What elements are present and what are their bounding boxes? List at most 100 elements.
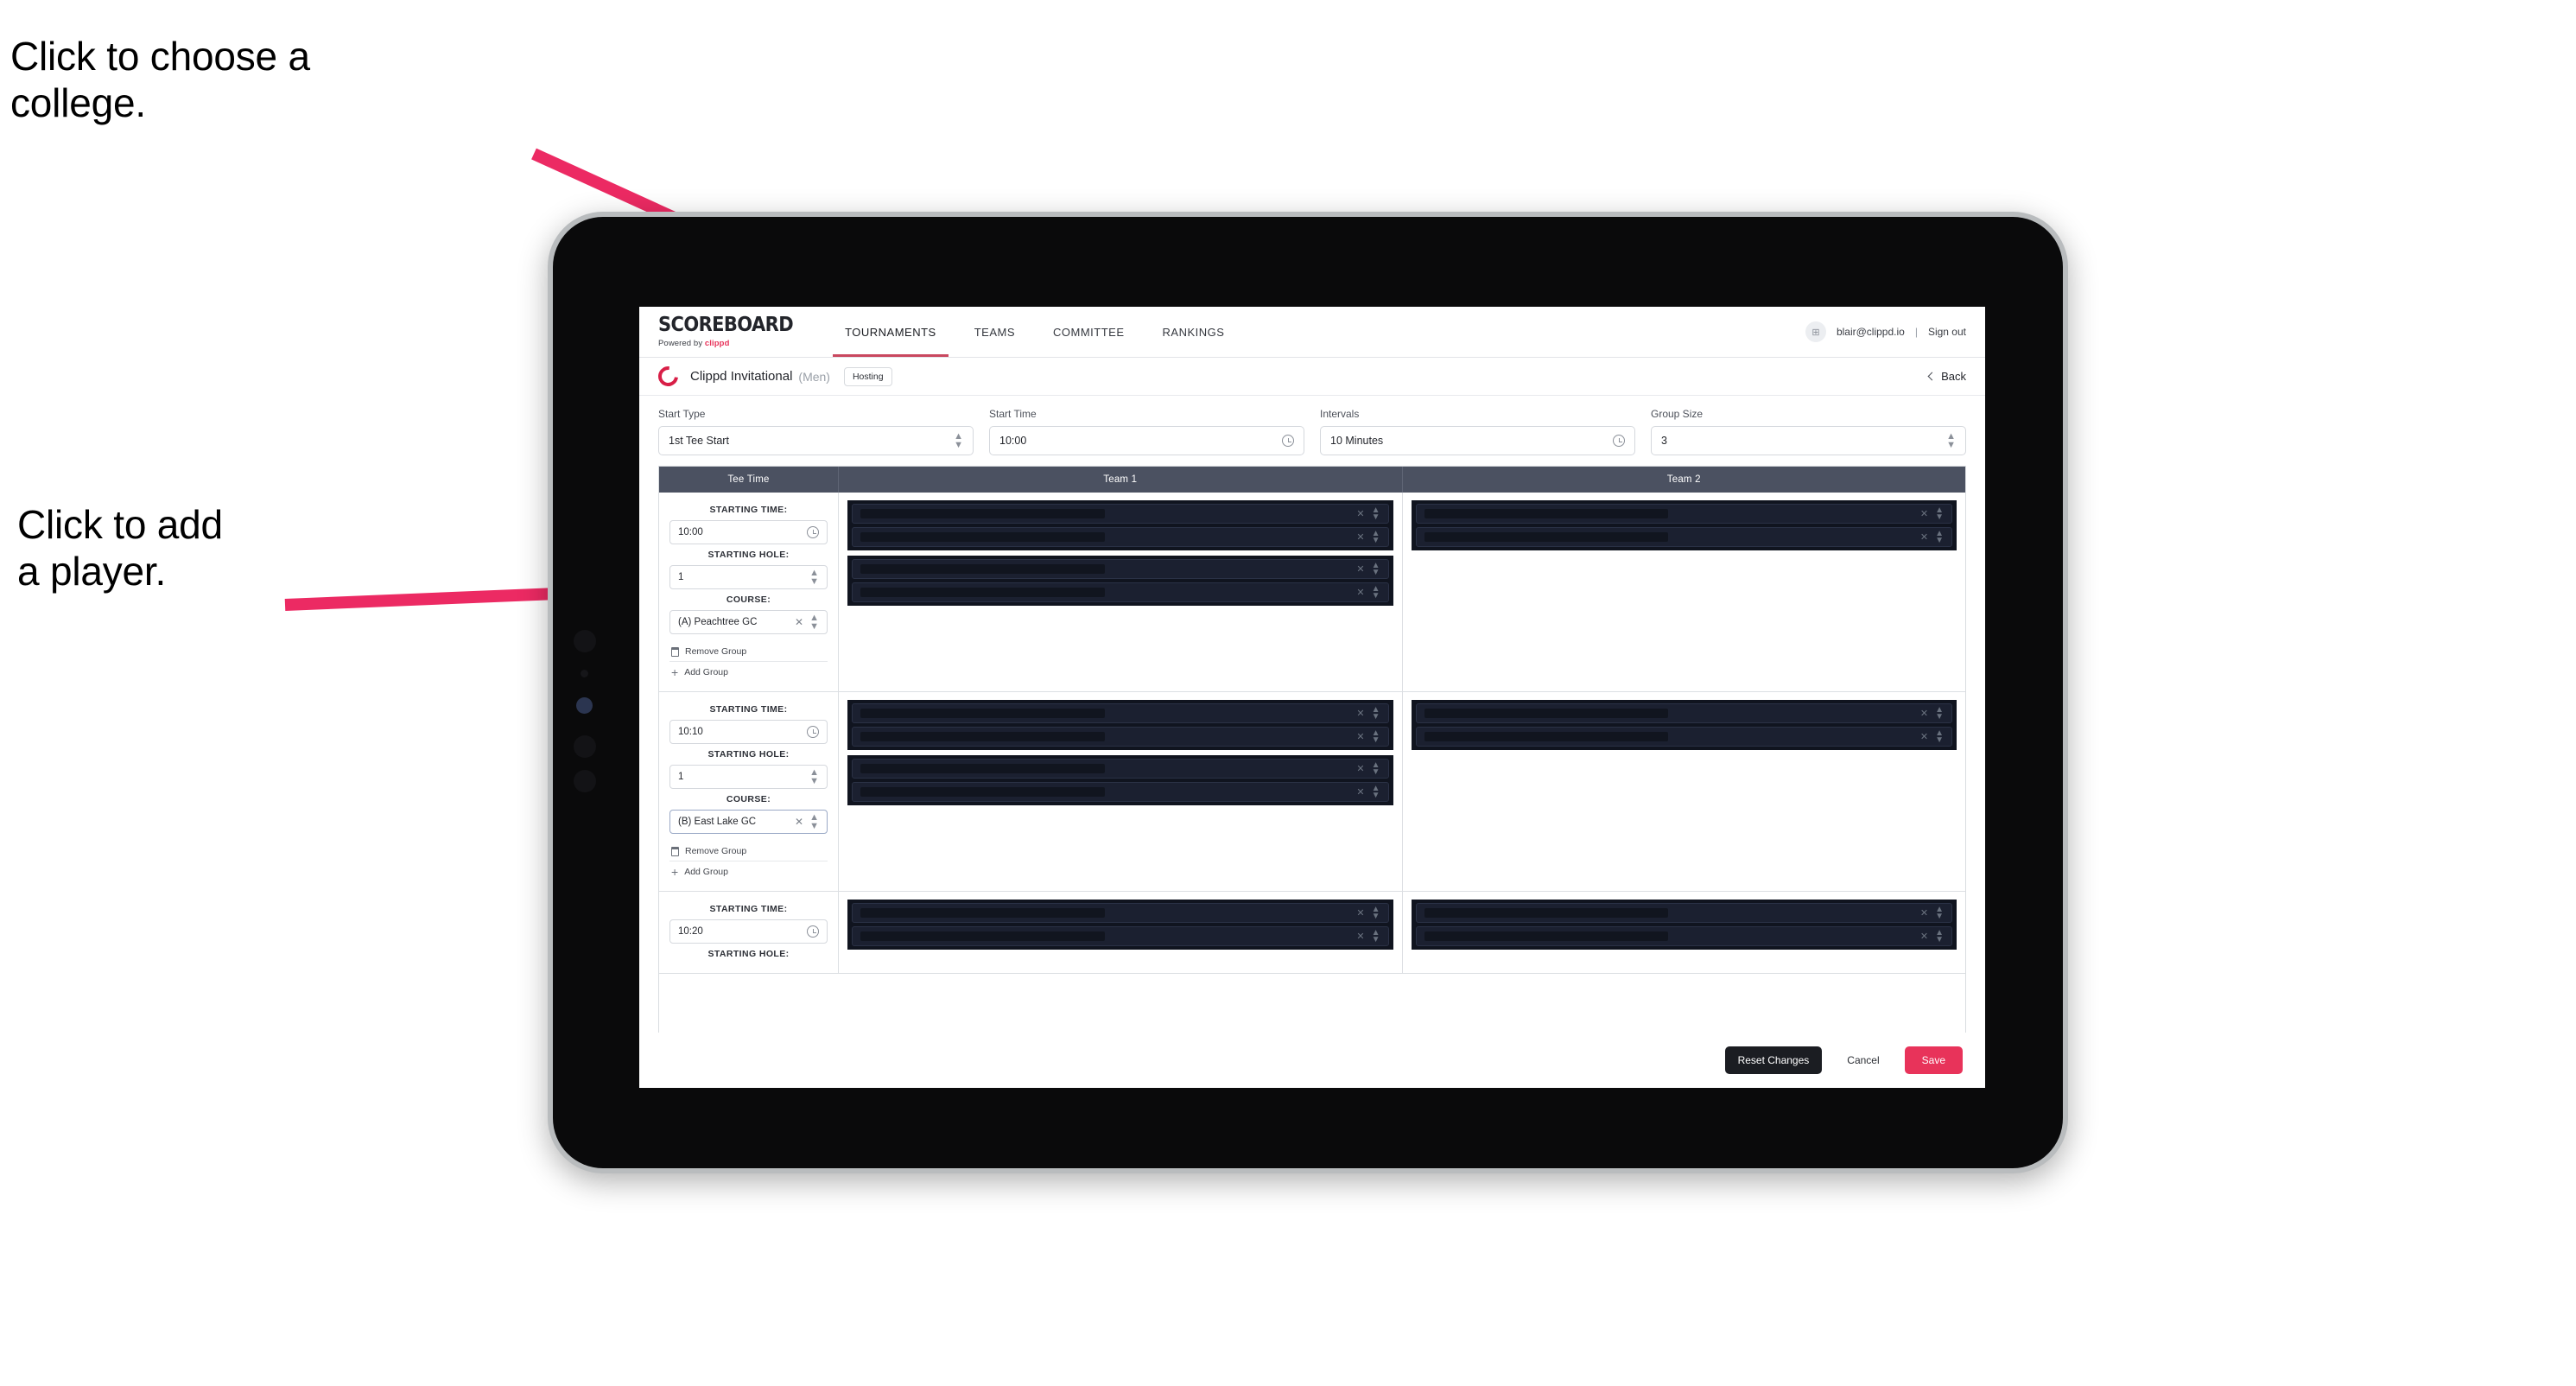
- stepper-icon[interactable]: ▲ ▼: [1372, 585, 1380, 600]
- player-select-row[interactable]: ✕ ▲ ▼: [852, 759, 1389, 779]
- stepper-icon[interactable]: ▲ ▼: [1935, 530, 1944, 544]
- player-name-redacted: [860, 908, 1105, 918]
- stepper-icon[interactable]: ▲ ▼: [809, 768, 819, 785]
- player-select-row[interactable]: ✕ ▲ ▼: [852, 527, 1389, 547]
- tab-tournaments[interactable]: TOURNAMENTS: [826, 307, 955, 357]
- stepper-icon[interactable]: ▲ ▼: [1372, 506, 1380, 521]
- remove-group-button[interactable]: Remove Group: [669, 842, 828, 861]
- stepper-icon[interactable]: ▲ ▼: [809, 569, 819, 586]
- stepper-icon[interactable]: ▲ ▼: [1372, 785, 1380, 799]
- input-starting-hole[interactable]: 1 ▲ ▼: [669, 565, 828, 589]
- select-start-type[interactable]: 1st Tee Start ▲ ▼: [658, 426, 974, 455]
- player-select-row[interactable]: ✕ ▲ ▼: [852, 504, 1389, 524]
- player-group: ✕ ▲ ▼ ✕ ▲ ▼: [1411, 700, 1957, 750]
- player-select-row[interactable]: ✕ ▲ ▼: [1415, 903, 1952, 923]
- back-button[interactable]: Back: [1927, 370, 1966, 383]
- clock-icon[interactable]: [807, 726, 819, 738]
- remove-group-label: Remove Group: [685, 846, 747, 856]
- save-button[interactable]: Save: [1904, 1046, 1963, 1074]
- cancel-button[interactable]: Cancel: [1834, 1046, 1892, 1074]
- stepper-icon[interactable]: ▲ ▼: [1372, 706, 1380, 721]
- clear-player-icon[interactable]: ✕: [1920, 731, 1928, 742]
- column-header-tee-time: Tee Time: [659, 467, 839, 493]
- clock-icon[interactable]: [807, 526, 819, 538]
- clear-player-icon[interactable]: ✕: [1920, 931, 1928, 942]
- stepper-icon[interactable]: ▲ ▼: [1372, 906, 1380, 920]
- stepper-icon[interactable]: ▲ ▼: [1372, 562, 1380, 576]
- player-select-row[interactable]: ✕ ▲ ▼: [852, 782, 1389, 802]
- input-starting-time[interactable]: 10:00: [669, 520, 828, 544]
- sensor-lens-icon: [576, 697, 593, 714]
- clear-player-icon[interactable]: ✕: [1356, 786, 1364, 798]
- clear-player-icon[interactable]: ✕: [1356, 508, 1364, 519]
- player-select-row[interactable]: ✕ ▲ ▼: [852, 582, 1389, 602]
- clear-player-icon[interactable]: ✕: [1356, 931, 1364, 942]
- clear-player-icon[interactable]: ✕: [1356, 587, 1364, 598]
- player-select-row[interactable]: ✕ ▲ ▼: [1415, 703, 1952, 723]
- tab-committee[interactable]: COMMITTEE: [1034, 307, 1144, 357]
- input-starting-hole[interactable]: 1 ▲ ▼: [669, 765, 828, 789]
- clear-player-icon[interactable]: ✕: [1920, 708, 1928, 719]
- player-select-row[interactable]: ✕ ▲ ▼: [1415, 926, 1952, 946]
- scoreboard-logo[interactable]: SCOREBOARD Powered by clippd: [658, 314, 794, 348]
- table-body: STARTING TIME: 10:00 STARTING HOLE: 1 ▲ ▼ COUR…: [659, 493, 1965, 1033]
- tab-rankings[interactable]: RANKINGS: [1144, 307, 1244, 357]
- clock-icon[interactable]: [807, 925, 819, 938]
- stepper-icon[interactable]: ▲ ▼: [1372, 761, 1380, 776]
- player-select-row[interactable]: ✕ ▲ ▼: [1415, 527, 1952, 547]
- stepper-icon[interactable]: ▲ ▼: [1935, 729, 1944, 744]
- clock-icon[interactable]: [1613, 435, 1625, 447]
- stepper-icon[interactable]: ▲ ▼: [809, 813, 819, 830]
- tee-time-cell: STARTING TIME: 10:10 STARTING HOLE: 1 ▲ ▼ COUR…: [659, 692, 839, 891]
- input-starting-time[interactable]: 10:20: [669, 919, 828, 944]
- stepper-icon[interactable]: ▲ ▼: [809, 614, 819, 631]
- stepper-icon[interactable]: ▲ ▼: [1946, 432, 1956, 449]
- stepper-icon[interactable]: ▲ ▼: [1935, 706, 1944, 721]
- player-select-row[interactable]: ✕ ▲ ▼: [1415, 504, 1952, 524]
- clear-course-icon[interactable]: ✕: [795, 816, 803, 828]
- select-group-size[interactable]: 3 ▲ ▼: [1651, 426, 1966, 455]
- player-select-row[interactable]: ✕ ▲ ▼: [852, 703, 1389, 723]
- input-starting-time[interactable]: 10:10: [669, 720, 828, 744]
- input-intervals[interactable]: 10 Minutes: [1320, 426, 1635, 455]
- player-select-row[interactable]: ✕ ▲ ▼: [1415, 727, 1952, 747]
- clear-course-icon[interactable]: ✕: [795, 616, 803, 628]
- clear-player-icon[interactable]: ✕: [1356, 708, 1364, 719]
- annotation-add-player: Click to add a player.: [17, 502, 223, 594]
- stepper-icon[interactable]: ▲ ▼: [1935, 929, 1944, 944]
- clear-player-icon[interactable]: ✕: [1356, 763, 1364, 774]
- clear-player-icon[interactable]: ✕: [1356, 531, 1364, 543]
- group-actions: Remove Group + Add Group: [669, 642, 828, 683]
- clear-player-icon[interactable]: ✕: [1356, 731, 1364, 742]
- clear-player-icon[interactable]: ✕: [1356, 563, 1364, 575]
- player-select-row[interactable]: ✕ ▲ ▼: [852, 926, 1389, 946]
- stepper-icon[interactable]: ▲ ▼: [1372, 530, 1380, 544]
- tab-teams[interactable]: TEAMS: [955, 307, 1034, 357]
- player-select-row[interactable]: ✕ ▲ ▼: [852, 559, 1389, 579]
- add-group-button[interactable]: + Add Group: [669, 861, 828, 882]
- clear-player-icon[interactable]: ✕: [1920, 907, 1928, 919]
- clear-player-icon[interactable]: ✕: [1920, 508, 1928, 519]
- reset-changes-button[interactable]: Reset Changes: [1724, 1046, 1823, 1074]
- trash-icon: [671, 646, 679, 657]
- stepper-icon[interactable]: ▲ ▼: [1372, 929, 1380, 944]
- sign-out-link[interactable]: Sign out: [1928, 326, 1966, 338]
- select-course[interactable]: (B) East Lake GC ✕ ▲ ▼: [669, 810, 828, 834]
- field-group-size: Group Size 3 ▲ ▼: [1651, 408, 1966, 455]
- tee-times-table: Tee Time Team 1 Team 2 STARTING TIME: 10:…: [658, 466, 1966, 1033]
- clear-player-icon[interactable]: ✕: [1920, 531, 1928, 543]
- avatar[interactable]: ⊞: [1805, 321, 1826, 342]
- stepper-icon[interactable]: ▲ ▼: [954, 432, 963, 449]
- clear-player-icon[interactable]: ✕: [1356, 907, 1364, 919]
- remove-group-button[interactable]: Remove Group: [669, 642, 828, 662]
- player-select-row[interactable]: ✕ ▲ ▼: [852, 903, 1389, 923]
- stepper-icon[interactable]: ▲ ▼: [1935, 506, 1944, 521]
- select-course[interactable]: (A) Peachtree GC ✕ ▲ ▼: [669, 610, 828, 634]
- clock-icon[interactable]: [1282, 435, 1294, 447]
- stepper-icon[interactable]: ▲ ▼: [1372, 729, 1380, 744]
- input-start-time[interactable]: 10:00: [989, 426, 1304, 455]
- stepper-icon[interactable]: ▲ ▼: [1935, 906, 1944, 920]
- add-group-button[interactable]: + Add Group: [669, 662, 828, 683]
- column-header-team-2: Team 2: [1666, 474, 1701, 485]
- player-select-row[interactable]: ✕ ▲ ▼: [852, 727, 1389, 747]
